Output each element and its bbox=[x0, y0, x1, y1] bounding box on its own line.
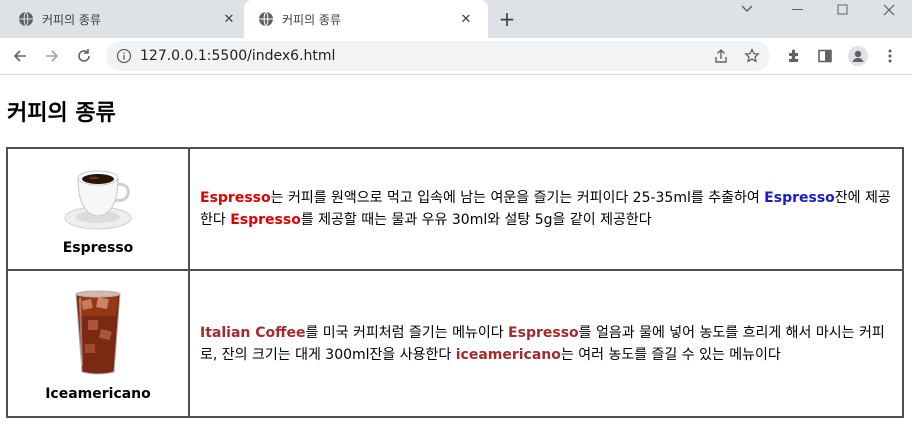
item-name: Iceamericano bbox=[45, 385, 151, 402]
profile-icon[interactable] bbox=[848, 46, 868, 66]
tab-strip: 커피의 종류 ✕ 커피의 종류 ✕ + bbox=[0, 0, 912, 38]
keyword-highlight: Espresso bbox=[764, 190, 835, 206]
keyword-highlight: Italian Coffee bbox=[200, 324, 306, 341]
espresso-cup-image bbox=[64, 170, 132, 230]
browser-toolbar: 127.0.0.1:5500/index6.html bbox=[0, 38, 912, 75]
close-window-icon[interactable] bbox=[866, 0, 912, 20]
tab-title: 커피의 종류 bbox=[42, 12, 102, 27]
new-tab-button[interactable]: + bbox=[497, 9, 517, 29]
more-menu-icon[interactable] bbox=[880, 46, 900, 66]
minimize-icon[interactable] bbox=[775, 0, 821, 20]
table-row: Espresso Espresso는 커피를 원액으로 먹고 입속에 남는 여운… bbox=[6, 147, 904, 271]
description-segment: 는 여러 농도를 즐길 수 있는 메뉴이다 bbox=[560, 346, 781, 363]
description-segment: 를 미국 커피처럼 즐기는 메뉴이다 bbox=[305, 324, 509, 341]
forward-arrow-icon[interactable] bbox=[40, 44, 64, 68]
reload-icon[interactable] bbox=[72, 44, 96, 68]
page-content: 커피의 종류 Espresso Espresso는 커피를 원액으로 먹고 입속… bbox=[0, 75, 912, 442]
iced-americano-image bbox=[75, 290, 121, 374]
keyword-highlight: Espresso bbox=[230, 212, 301, 228]
description-text: Italian Coffee를 미국 커피처럼 즐기는 메뉴이다 Espress… bbox=[200, 322, 894, 366]
sidebar-icon[interactable] bbox=[815, 46, 835, 66]
chevron-down-icon[interactable] bbox=[724, 0, 770, 18]
image-cell: Iceamericano bbox=[6, 269, 190, 418]
table-row: Iceamericano Italian Coffee를 미국 커피처럼 즐기는… bbox=[6, 269, 904, 418]
tab-title: 커피의 종류 bbox=[282, 12, 342, 27]
address-bar[interactable]: 127.0.0.1:5500/index6.html bbox=[106, 41, 770, 71]
extensions-icon[interactable] bbox=[784, 46, 804, 66]
description-text: Espresso는 커피를 원액으로 먹고 입속에 남는 여운을 즐기는 커피이… bbox=[200, 187, 894, 231]
share-icon[interactable] bbox=[713, 48, 729, 64]
back-arrow-icon[interactable] bbox=[8, 44, 32, 68]
description-cell: Italian Coffee를 미국 커피처럼 즐기는 메뉴이다 Espress… bbox=[188, 269, 904, 418]
browser-tab-2-active[interactable]: 커피의 종류 ✕ bbox=[244, 0, 488, 38]
keyword-highlight: iceamericano bbox=[455, 346, 561, 363]
maximize-icon[interactable] bbox=[820, 0, 866, 20]
globe-icon bbox=[259, 11, 273, 27]
coffee-table: Espresso Espresso는 커피를 원액으로 먹고 입속에 남는 여운… bbox=[6, 147, 904, 418]
bookmark-star-icon[interactable] bbox=[744, 48, 760, 64]
keyword-highlight: Espresso bbox=[508, 324, 579, 341]
url-text: 127.0.0.1:5500/index6.html bbox=[140, 48, 336, 64]
page-title: 커피의 종류 bbox=[7, 101, 116, 126]
description-segment: 를 제공할 때는 물과 우유 30ml와 설탕 5g을 같이 제공한다 bbox=[300, 212, 652, 228]
close-tab-icon[interactable]: ✕ bbox=[458, 11, 474, 27]
browser-tab-1[interactable]: 커피의 종류 ✕ bbox=[0, 0, 243, 38]
keyword-highlight: Espresso bbox=[200, 190, 271, 206]
image-cell: Espresso bbox=[6, 147, 190, 271]
globe-icon bbox=[19, 11, 33, 27]
description-cell: Espresso는 커피를 원액으로 먹고 입속에 남는 여운을 즐기는 커피이… bbox=[188, 147, 904, 271]
close-tab-icon[interactable]: ✕ bbox=[221, 11, 237, 27]
site-info-icon[interactable] bbox=[116, 48, 132, 64]
description-segment: 는 커피를 원액으로 먹고 입속에 남는 여운을 즐기는 커피이다 25-35m… bbox=[270, 190, 765, 206]
item-name: Espresso bbox=[62, 240, 134, 256]
